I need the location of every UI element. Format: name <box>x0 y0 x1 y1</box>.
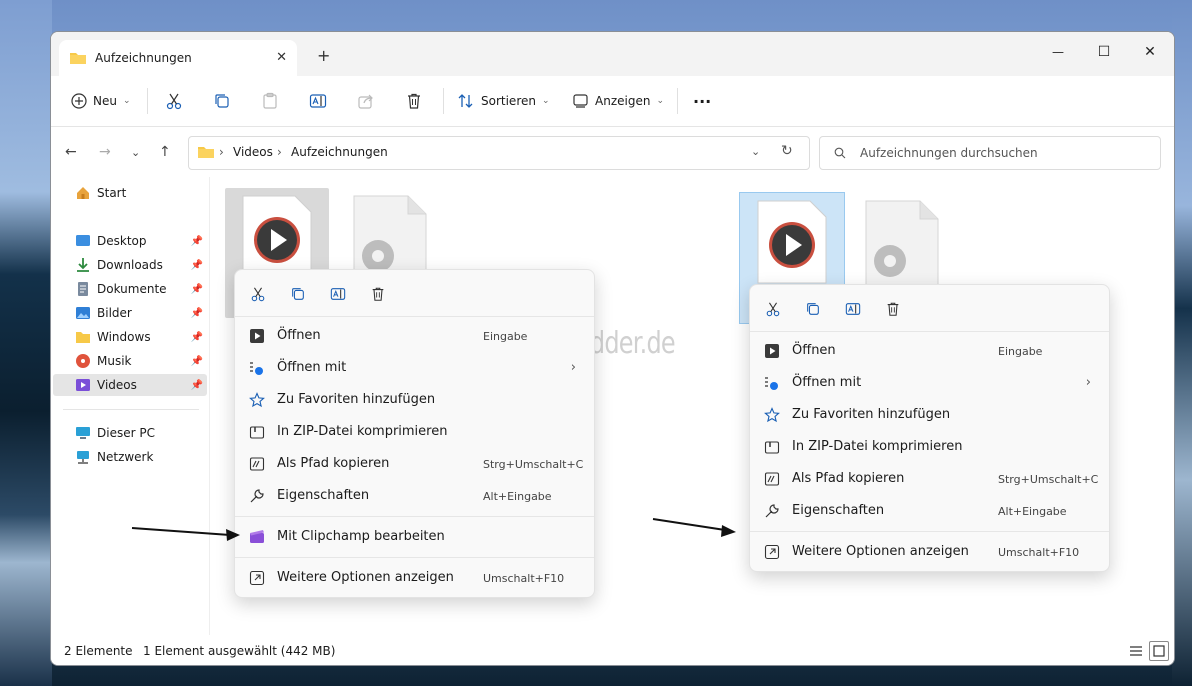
arrow-to-clipchamp <box>131 527 231 536</box>
arrow-to-menu-right <box>652 518 726 531</box>
arrowhead-left <box>226 529 240 541</box>
annotation-arrows <box>131 518 736 541</box>
arrowhead-right <box>721 525 736 537</box>
